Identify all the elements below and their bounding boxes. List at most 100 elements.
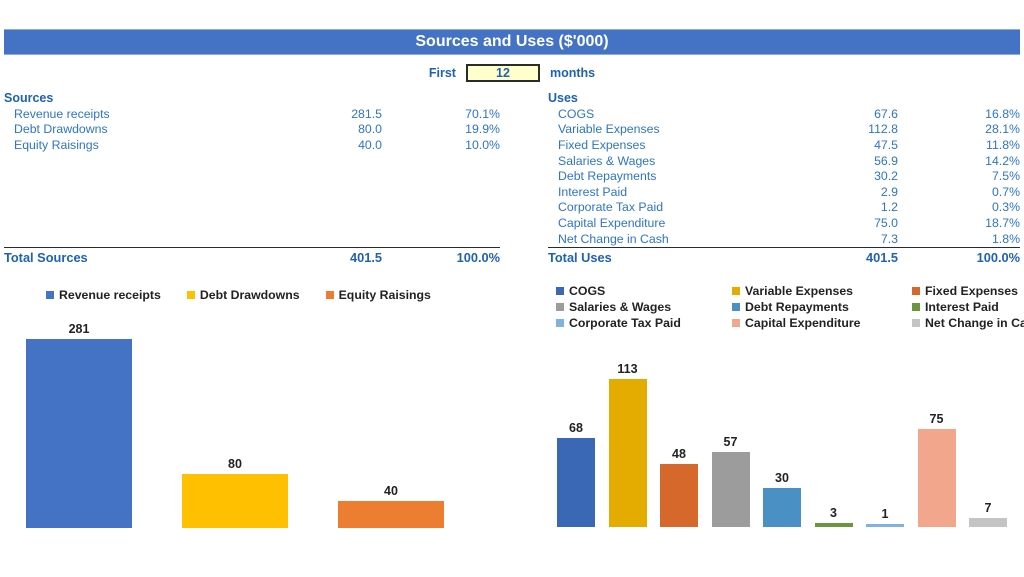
- table-row: Net Change in Cash 7.3 1.8%: [548, 231, 1020, 247]
- period-selector: First months: [0, 62, 1024, 84]
- bar[interactable]: [557, 437, 595, 527]
- bar[interactable]: [660, 464, 698, 527]
- bar-column: 1: [866, 379, 904, 527]
- sources-panel: Sources Revenue receipts 281.5 70.1% Debt D…: [4, 90, 500, 266]
- bar-data-label: 75: [929, 411, 944, 426]
- legend-label: Corporate Tax Paid: [569, 316, 681, 330]
- sources-bar-chart: 281 80 40: [0, 312, 510, 577]
- row-percent: 18.7%: [985, 215, 1020, 230]
- bar-column: 75: [917, 379, 956, 527]
- uses-total-label: Total Uses: [548, 249, 612, 265]
- bar[interactable]: [711, 452, 750, 527]
- table-row: Capital Expenditure 75.0 18.7%: [548, 215, 1020, 231]
- bar-data-label: 7: [984, 500, 992, 515]
- legend-item: Corporate Tax Paid: [556, 316, 732, 330]
- bar-column: 80: [182, 339, 288, 528]
- row-label: Variable Expenses: [558, 122, 660, 137]
- legend-item: COGS: [556, 284, 732, 298]
- row-percent: 28.1%: [985, 122, 1020, 137]
- months-input[interactable]: [465, 64, 540, 82]
- row-value: 1.2: [880, 200, 898, 215]
- row-value: 30.2: [874, 169, 898, 184]
- legend-item: Fixed Expenses: [912, 284, 1024, 298]
- bar-data-label: 3: [830, 506, 837, 521]
- bar-data-label: 40: [384, 484, 398, 499]
- legend-item: Debt Repayments: [732, 300, 912, 314]
- table-row: Variable Expenses 112.8 28.1%: [548, 122, 1020, 138]
- row-percent: 7.5%: [991, 169, 1020, 184]
- bar[interactable]: [182, 474, 288, 528]
- table-row: COGS 67.6 16.8%: [548, 106, 1020, 122]
- table-row: Equity Raisings 40.0 10.0%: [4, 137, 500, 153]
- legend-label: Variable Expenses: [745, 284, 854, 298]
- bar[interactable]: [608, 379, 647, 527]
- legend-swatch-icon: [732, 303, 740, 311]
- sources-spacer: [4, 153, 500, 247]
- bar-column: 30: [763, 379, 801, 527]
- table-row: Interest Paid 2.9 0.7%: [548, 184, 1020, 200]
- legend-swatch-icon: [556, 303, 564, 311]
- row-percent: 10.0%: [465, 137, 500, 152]
- sources-chart-legend: Revenue receipts Debt Drawdowns Equity Rai…: [46, 288, 486, 302]
- row-label: Salaries & Wages: [558, 153, 656, 168]
- row-label: Debt Drawdowns: [14, 122, 108, 137]
- sources-and-uses-dashboard: Sources and Uses ($'000) First months So…: [0, 0, 1024, 577]
- row-value: 112.8: [868, 122, 898, 137]
- legend-swatch-icon: [912, 319, 920, 327]
- row-percent: 19.9%: [465, 122, 500, 137]
- row-percent: 14.2%: [985, 153, 1020, 168]
- legend-swatch-icon: [186, 291, 195, 299]
- bar-column: 7: [969, 379, 1007, 527]
- legend-item: Revenue receipts: [46, 288, 161, 302]
- legend-swatch-icon: [556, 287, 564, 295]
- bar-data-label: 30: [775, 470, 789, 485]
- legend-label: Equity Raisings: [338, 288, 431, 302]
- bar[interactable]: [338, 501, 444, 528]
- row-value: 56.9: [874, 153, 898, 168]
- sources-total-row: Total Sources 401.5 100.0%: [4, 247, 500, 266]
- bar[interactable]: [26, 339, 132, 528]
- uses-plot-area: 68 113 48 57 30 3 1 75 7: [540, 330, 1024, 577]
- bar-data-label: 281: [68, 322, 90, 336]
- sources-total-value: 401.5: [349, 249, 382, 265]
- table-row: Fixed Expenses 47.5 11.8%: [548, 137, 1020, 153]
- uses-bar-chart: 68 113 48 57 30 3 1 75 7: [540, 330, 1024, 577]
- uses-heading: Uses: [548, 91, 578, 105]
- bar-data-label: 80: [228, 457, 242, 472]
- bar-column: 48: [660, 379, 698, 527]
- row-percent: 16.8%: [985, 106, 1020, 121]
- uses-panel: Uses COGS 67.6 16.8% Variable Expenses 112.8…: [548, 90, 1020, 266]
- sources-total-label: Total Sources: [4, 249, 88, 265]
- legend-label: Debt Drawdowns: [199, 288, 300, 302]
- bar-data-label: 57: [723, 435, 738, 450]
- table-row: Debt Drawdowns 80.0 19.9%: [4, 122, 500, 138]
- legend-label: Salaries & Wages: [569, 300, 672, 314]
- legend-swatch-icon: [912, 303, 920, 311]
- bar[interactable]: [917, 428, 956, 527]
- row-value: 7.3: [880, 231, 898, 246]
- legend-label: COGS: [569, 284, 606, 298]
- page-title-bar: Sources and Uses ($'000): [4, 29, 1020, 55]
- legend-label: Debt Repayments: [745, 300, 849, 314]
- table-row: Salaries & Wages 56.9 14.2%: [548, 153, 1020, 169]
- legend-label: Revenue receipts: [59, 288, 161, 302]
- bar-data-label: 113: [617, 362, 638, 376]
- table-row: Debt Repayments 30.2 7.5%: [548, 168, 1020, 184]
- row-percent: 11.8%: [986, 137, 1020, 152]
- legend-item: Net Change in Cash: [912, 316, 1024, 330]
- bar[interactable]: [969, 517, 1007, 527]
- bar[interactable]: [866, 524, 904, 527]
- row-label: Revenue receipts: [14, 106, 110, 121]
- bar[interactable]: [763, 487, 801, 527]
- legend-item: Equity Raisings: [325, 288, 431, 302]
- legend-label: Capital Expenditure: [745, 316, 861, 330]
- bar-column: 68: [557, 379, 595, 527]
- sources-rows: Revenue receipts 281.5 70.1% Debt Drawdowns…: [4, 106, 500, 153]
- table-row: Corporate Tax Paid 1.2 0.3%: [548, 200, 1020, 216]
- bar-column: 40: [338, 339, 444, 528]
- bar[interactable]: [814, 523, 853, 527]
- row-value: 75.0: [874, 215, 898, 230]
- legend-swatch-icon: [556, 319, 564, 327]
- legend-item: Debt Drawdowns: [186, 288, 300, 302]
- row-label: Capital Expenditure: [558, 215, 666, 230]
